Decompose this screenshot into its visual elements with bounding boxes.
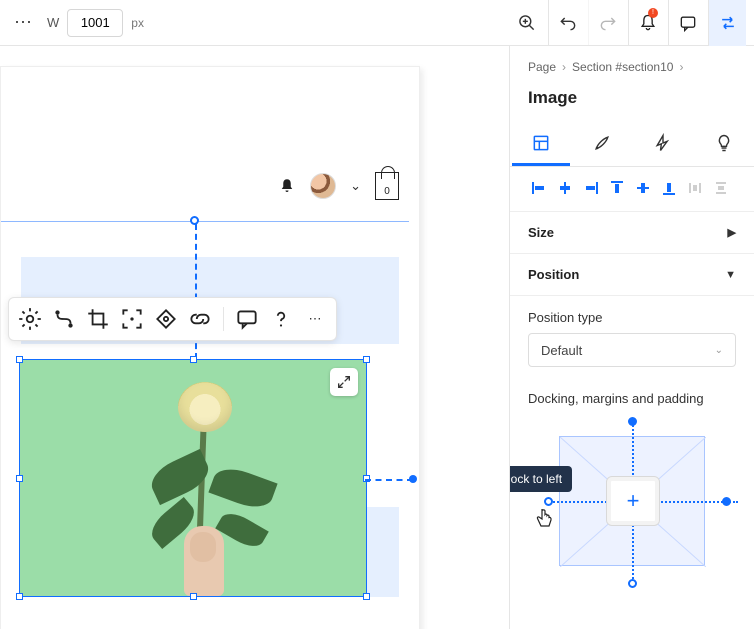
mask-icon[interactable] — [153, 306, 179, 332]
comment-icon[interactable] — [234, 306, 260, 332]
section-top-edge — [1, 221, 409, 222]
position-type-select[interactable]: Default ⌄ — [528, 333, 736, 367]
width-unit: px — [131, 16, 144, 30]
width-label: W — [47, 15, 59, 30]
breadcrumb-section[interactable]: Section #section10 — [572, 60, 673, 74]
position-section-body: Position type Default ⌄ Docking, margins… — [510, 296, 754, 611]
undo-icon — [558, 13, 578, 33]
redo-button[interactable] — [588, 0, 626, 46]
image-content — [20, 360, 366, 596]
redo-icon — [598, 13, 618, 33]
dock-tooltip: Dock to left — [509, 466, 572, 492]
resize-handle-tr[interactable] — [363, 356, 370, 363]
align-right-icon[interactable] — [580, 177, 602, 199]
horizontal-guide-dot — [409, 475, 417, 483]
help-icon[interactable] — [268, 306, 294, 332]
avatar[interactable] — [310, 173, 336, 199]
expand-image-button[interactable] — [330, 368, 358, 396]
size-label: Size — [528, 225, 554, 240]
zoom-icon — [517, 13, 537, 33]
horizontal-guide — [365, 479, 413, 481]
crop-icon[interactable] — [85, 306, 111, 332]
width-input[interactable] — [67, 9, 123, 37]
tab-interactions[interactable] — [634, 122, 692, 166]
selected-section: ⋯ — [1, 227, 399, 629]
settings-icon[interactable] — [17, 306, 43, 332]
toolbar-left: ⋯ W px — [8, 9, 144, 37]
position-type-label: Position type — [528, 310, 736, 325]
breadcrumb: Page › Section #section10 › — [510, 46, 754, 82]
dock-handle-bottom[interactable] — [628, 579, 637, 588]
resize-handle-tm[interactable] — [190, 356, 197, 363]
tab-tips[interactable] — [695, 122, 753, 166]
notifications-button[interactable]: ! — [628, 0, 666, 46]
breadcrumb-page[interactable]: Page — [528, 60, 556, 74]
bag-count: 0 — [384, 186, 390, 197]
element-floating-toolbar: ⋯ — [8, 297, 337, 341]
artboard[interactable]: ⌄ 0 ⋯ — [0, 66, 420, 629]
resize-handle-tl[interactable] — [16, 356, 23, 363]
position-type-value: Default — [541, 343, 582, 358]
tab-design[interactable] — [573, 122, 631, 166]
position-section-header[interactable]: Position ▼ — [510, 254, 754, 296]
align-center-h-icon[interactable] — [554, 177, 576, 199]
chat-icon — [678, 13, 698, 33]
chevron-right-icon: › — [679, 60, 683, 74]
tab-layout[interactable] — [512, 122, 570, 166]
resize-handle-br[interactable] — [363, 593, 370, 600]
pointer-cursor-icon — [536, 508, 554, 528]
distribute-v-icon[interactable] — [710, 177, 732, 199]
chevron-right-icon: › — [562, 60, 566, 74]
alignment-row — [510, 167, 754, 212]
caret-right-icon: ▶ — [728, 226, 736, 239]
top-toolbar: ⋯ W px ! — [0, 0, 754, 46]
align-center-v-icon[interactable] — [632, 177, 654, 199]
distribute-h-icon[interactable] — [684, 177, 706, 199]
size-section-header[interactable]: Size ▶ — [510, 212, 754, 254]
animation-icon[interactable] — [51, 306, 77, 332]
panel-title: Image — [510, 82, 754, 122]
chevron-down-icon: ⌄ — [715, 345, 723, 356]
resize-handle-bl[interactable] — [16, 593, 23, 600]
align-top-icon[interactable] — [606, 177, 628, 199]
position-label: Position — [528, 267, 579, 282]
toolbar-separator — [223, 307, 224, 331]
focal-point-icon[interactable] — [119, 306, 145, 332]
canvas[interactable]: ⌄ 0 ⋯ — [0, 46, 509, 629]
preview-bell-icon[interactable] — [278, 177, 296, 195]
resize-handle-ml[interactable] — [16, 475, 23, 482]
dock-handle-left[interactable] — [544, 497, 553, 506]
docking-diagram: + Dock to left — [532, 422, 732, 597]
undo-button[interactable] — [548, 0, 586, 46]
inspector-tabs — [510, 122, 754, 167]
expand-icon — [336, 374, 352, 390]
align-left-icon[interactable] — [528, 177, 550, 199]
caret-down-icon: ▼ — [725, 269, 736, 281]
comments-button[interactable] — [668, 0, 706, 46]
swap-icon — [718, 13, 738, 33]
dock-handle-right[interactable] — [722, 497, 731, 506]
dock-handle-top[interactable] — [628, 417, 637, 426]
inspector-toggle-button[interactable] — [708, 0, 746, 46]
more-icon[interactable]: ⋯ — [302, 306, 328, 332]
selected-image[interactable] — [19, 359, 367, 597]
zoom-in-button[interactable] — [508, 0, 546, 46]
link-icon[interactable] — [187, 306, 213, 332]
docking-label: Docking, margins and padding — [528, 391, 736, 406]
align-bottom-icon[interactable] — [658, 177, 680, 199]
toolbar-right: ! — [508, 0, 746, 46]
more-dots-icon[interactable]: ⋯ — [8, 12, 39, 33]
chevron-down-icon[interactable]: ⌄ — [350, 178, 361, 194]
inspector-panel: Page › Section #section10 › Image Size ▶… — [509, 46, 754, 629]
resize-handle-bm[interactable] — [190, 593, 197, 600]
preview-header: ⌄ 0 — [278, 172, 399, 200]
shopping-bag-icon[interactable]: 0 — [375, 172, 399, 200]
notification-badge: ! — [648, 8, 658, 18]
dock-center-button[interactable]: + — [606, 476, 660, 526]
